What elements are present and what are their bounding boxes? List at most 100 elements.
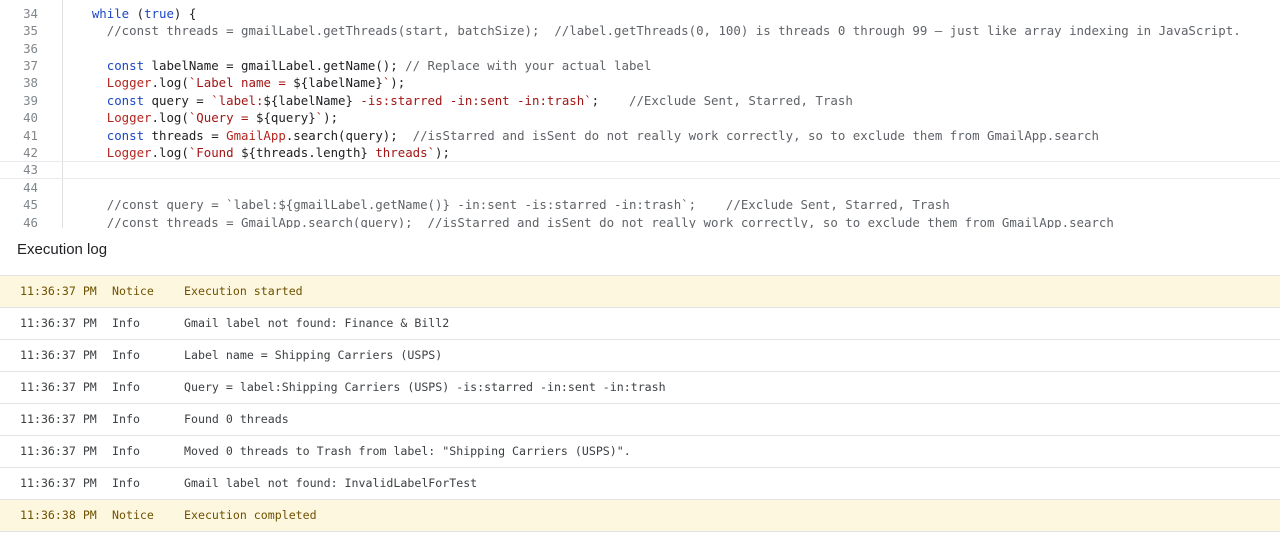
log-message: Gmail label not found: InvalidLabelForTe… — [184, 476, 478, 490]
code-line[interactable]: 41 const threads = GmailApp.search(query… — [0, 127, 1280, 144]
log-severity: Info — [112, 316, 140, 330]
code-text[interactable]: //const query = `label:${gmailLabel.getN… — [62, 196, 950, 213]
code-token: true — [144, 5, 174, 21]
line-number: 46 — [23, 214, 38, 228]
code-token: `Query = — [188, 110, 256, 126]
log-message: Found 0 threads — [184, 412, 289, 426]
code-line[interactable]: 42 Logger.log(`Found ${threads.length} t… — [0, 144, 1280, 161]
line-number: 40 — [23, 110, 38, 126]
log-message: Query = label:Shipping Carriers (USPS) -… — [184, 380, 666, 394]
log-row: 11:36:37 PM Notice Execution started — [0, 275, 1280, 308]
log-time: 11:36:37 PM — [20, 348, 97, 362]
line-number: 38 — [23, 75, 38, 91]
line-number: 45 — [23, 197, 38, 213]
log-time: 11:36:38 PM — [20, 508, 97, 522]
log-time: 11:36:37 PM — [20, 316, 97, 330]
code-token: .log( — [151, 75, 189, 91]
log-message: Execution completed — [184, 508, 317, 522]
log-time: 11:36:37 PM — [20, 444, 97, 458]
code-text[interactable]: //const threads = GmailApp.search(query)… — [62, 214, 1114, 228]
log-message: Label name = Shipping Carriers (USPS) — [184, 348, 443, 362]
code-text[interactable]: const query = `label:${labelName} -is:st… — [62, 92, 853, 109]
code-token: const — [62, 58, 145, 73]
code-text[interactable]: const threads = GmailApp.search(query); … — [62, 127, 1099, 144]
code-line[interactable]: 37 const labelName = gmailLabel.getName(… — [0, 57, 1280, 74]
line-number: 41 — [23, 127, 38, 143]
code-token: ${labelName} — [293, 75, 383, 91]
code-token: ${labelName} — [263, 92, 353, 108]
code-token: `Found — [188, 145, 242, 160]
code-token: ; — [591, 92, 629, 108]
log-row: 11:36:37 PM Info Gmail label not found: … — [0, 308, 1280, 340]
code-token: //const query = `label:${gmailLabel.getN… — [62, 197, 950, 213]
line-number: 36 — [23, 40, 38, 56]
code-token: const — [62, 92, 145, 108]
log-row: 11:36:37 PM Info Gmail label not found: … — [0, 468, 1280, 500]
log-severity: Notice — [112, 284, 154, 298]
code-line[interactable]: 40 Logger.log(`Query = ${query}`); — [0, 109, 1280, 126]
code-line[interactable]: 43 — [0, 161, 1280, 179]
log-message: Gmail label not found: Finance & Bill2 — [184, 316, 450, 330]
code-token: GmailApp — [226, 127, 286, 143]
log-severity: Notice — [112, 508, 154, 522]
line-number: 34 — [23, 5, 38, 21]
code-token: ${query} — [255, 110, 316, 126]
code-token: query = — [144, 92, 212, 108]
log-message: Moved 0 threads to Trash from label: "Sh… — [184, 444, 631, 458]
code-token: const — [62, 127, 145, 143]
code-token: //isStarred and isSent do not really wor… — [412, 127, 1099, 143]
code-token: // Replace with your actual label — [405, 58, 652, 73]
code-token: `label: — [211, 92, 264, 108]
code-token: .search(query); — [285, 127, 413, 143]
code-token: ${threads.length} — [241, 145, 368, 160]
code-text[interactable]: const labelName = gmailLabel.getName(); … — [62, 57, 652, 74]
log-severity: Info — [112, 348, 140, 362]
code-line[interactable]: 38 Logger.log(`Label name = ${labelName}… — [0, 74, 1280, 91]
code-line[interactable]: 34 while (true) { — [0, 5, 1280, 22]
log-row: 11:36:37 PM Info Label name = Shipping C… — [0, 340, 1280, 372]
log-row: 11:36:37 PM Info Query = label:Shipping … — [0, 372, 1280, 404]
code-token: //const threads = GmailApp.search(query)… — [62, 214, 1114, 228]
log-severity: Info — [112, 412, 140, 426]
execution-log-title: Execution log — [17, 241, 108, 258]
code-token: .log( — [151, 110, 189, 126]
code-token: ) { — [173, 5, 197, 21]
code-text[interactable]: //const threads = gmailLabel.getThreads(… — [62, 22, 1241, 39]
log-severity: Info — [112, 380, 140, 394]
log-time: 11:36:37 PM — [20, 412, 97, 426]
log-severity: Info — [112, 444, 140, 458]
code-text[interactable]: Logger.log(`Found ${threads.length} thre… — [62, 144, 450, 161]
code-line[interactable]: 44 — [0, 179, 1280, 196]
log-severity: Info — [112, 476, 140, 490]
code-line[interactable]: 39 const query = `label:${labelName} -is… — [0, 92, 1280, 109]
log-row: 11:36:37 PM Info Found 0 threads — [0, 404, 1280, 436]
log-time: 11:36:37 PM — [20, 476, 97, 490]
code-token: Logger — [62, 145, 152, 160]
code-text[interactable]: while (true) { — [62, 5, 196, 22]
code-token: -is:starred -in:sent -in:trash` — [352, 92, 592, 108]
code-line[interactable]: 35 //const threads = gmailLabel.getThrea… — [0, 22, 1280, 39]
code-token: Logger — [62, 110, 152, 126]
log-row: 11:36:37 PM Info Moved 0 threads to Tras… — [0, 436, 1280, 468]
log-message: Execution started — [184, 284, 303, 298]
code-token: threads = — [144, 127, 227, 143]
code-text[interactable]: Logger.log(`Label name = ${labelName}`); — [62, 74, 405, 91]
log-time: 11:36:37 PM — [20, 284, 97, 298]
code-token: //Exclude Sent, Starred, Trash — [628, 92, 853, 108]
code-token: ); — [390, 75, 406, 91]
code-token: threads` — [367, 145, 436, 160]
log-row: 11:36:38 PM Notice Execution completed — [0, 500, 1280, 532]
code-token: while — [62, 5, 130, 21]
line-number: 37 — [23, 58, 38, 73]
code-token: `Label name = — [188, 75, 294, 91]
code-line[interactable]: 45 //const query = `label:${gmailLabel.g… — [0, 196, 1280, 213]
code-token: ( — [129, 5, 145, 21]
code-editor[interactable]: 3334 while (true) {35 //const threads = … — [0, 0, 1280, 228]
code-token: .log( — [151, 145, 189, 160]
code-text[interactable]: Logger.log(`Query = ${query}`); — [62, 109, 338, 126]
execution-log-table: 11:36:37 PM Notice Execution started 11:… — [0, 275, 1280, 532]
code-line[interactable]: 36 — [0, 40, 1280, 57]
code-line[interactable]: 46 //const threads = GmailApp.search(que… — [0, 214, 1280, 228]
code-token: Logger — [62, 75, 152, 91]
line-number: 39 — [23, 92, 38, 108]
